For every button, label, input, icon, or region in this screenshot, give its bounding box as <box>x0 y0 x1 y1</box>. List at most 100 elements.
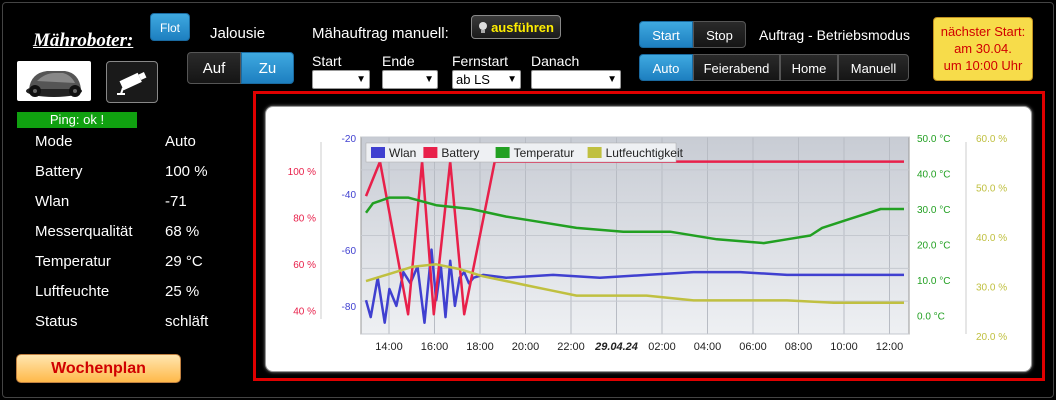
status-value: -71 <box>165 193 187 210</box>
lightbulb-icon <box>478 18 488 33</box>
lutf-axis-tick: 20.0 % <box>976 332 1007 343</box>
legend-swatch <box>587 147 602 158</box>
status-row-messer: Messerqualität 68 % <box>35 223 235 253</box>
x-tick-label: 12:00 <box>876 341 904 353</box>
next-start-line2: am 30.04. <box>954 41 1012 56</box>
ende-select[interactable]: ▼ <box>382 70 438 89</box>
status-value: 29 °C <box>165 253 203 270</box>
manual-label: Mähauftrag manuell: <box>312 25 449 42</box>
mode-auto-button[interactable]: Auto <box>639 54 693 81</box>
temperatur-axis-tick: 30.0 °C <box>917 205 950 216</box>
status-key: Battery <box>35 163 83 180</box>
chart-card: 14:00 16:00 18:00 20:00 22:00 29.04.24 02:00 04… <box>265 106 1032 372</box>
legend-swatch <box>423 147 438 158</box>
legend-label: Lutfeuchtigkeit <box>606 146 684 160</box>
chevron-down-icon: ▼ <box>607 74 617 85</box>
lutf-axis-tick: 40.0 % <box>976 233 1007 244</box>
wlan-axis-tick: -40 <box>342 190 357 201</box>
ping-status: Ping: ok ! <box>17 112 137 128</box>
status-value: schläft <box>165 313 209 330</box>
mode-home-button[interactable]: Home <box>780 54 838 81</box>
x-tick-label: 08:00 <box>785 341 813 353</box>
camera-icon <box>117 72 147 95</box>
execute-label: ausführen <box>491 20 554 35</box>
danach-select[interactable]: ▼ <box>531 70 621 89</box>
lutf-axis-tick: 30.0 % <box>976 283 1007 294</box>
status-row-mode: Mode Auto <box>35 133 235 163</box>
temperatur-axis-tick: 10.0 °C <box>917 276 950 287</box>
next-start-line3: um 10:00 Uhr <box>943 58 1023 73</box>
auftrag-label: Auftrag - Betriebsmodus <box>759 27 910 43</box>
chevron-down-icon: ▼ <box>424 74 434 85</box>
x-tick-label: 22:00 <box>557 341 585 353</box>
next-start-badge: nächster Start: am 30.04. um 10:00 Uhr <box>933 17 1033 81</box>
status-key: Wlan <box>35 193 70 210</box>
battery-axis-tick: 100 % <box>288 167 316 178</box>
battery-axis-tick: 60 % <box>293 260 316 271</box>
status-key: Status <box>35 313 78 330</box>
jalousie-label: Jalousie <box>210 25 266 42</box>
status-key: Temperatur <box>35 253 111 270</box>
stop-button[interactable]: Stop <box>693 21 746 48</box>
lutf-axis-tick: 50.0 % <box>976 184 1007 195</box>
x-tick-label: 20:00 <box>512 341 540 353</box>
wochenplan-button[interactable]: Wochenplan <box>16 354 181 383</box>
history-chart: 14:00 16:00 18:00 20:00 22:00 29.04.24 02:00 04… <box>288 134 1008 353</box>
legend-label: Battery <box>441 146 479 160</box>
status-row-temperatur: Temperatur 29 °C <box>35 253 235 283</box>
start-select[interactable]: ▼ <box>312 70 370 89</box>
status-key: Luftfeuchte <box>35 283 110 300</box>
x-tick-label: 04:00 <box>694 341 722 353</box>
mode-feierabend-button[interactable]: Feierabend <box>693 54 780 81</box>
execute-button[interactable]: ausführen <box>471 15 561 39</box>
chevron-down-icon: ▼ <box>507 74 517 85</box>
temperatur-axis-tick: 20.0 °C <box>917 241 950 252</box>
legend-label: Wlan <box>389 146 416 160</box>
chevron-down-icon: ▼ <box>356 74 366 85</box>
x-tick-label: 14:00 <box>375 341 403 353</box>
start-button[interactable]: Start <box>639 21 693 48</box>
legend-swatch <box>495 147 510 158</box>
fernstart-field-label: Fernstart <box>452 53 509 69</box>
legend-label: Temperatur <box>514 146 575 160</box>
mode-manuell-button[interactable]: Manuell <box>838 54 909 81</box>
wlan-axis-tick: -60 <box>342 246 357 257</box>
status-row-wlan: Wlan -71 <box>35 193 235 223</box>
wlan-axis-tick: -80 <box>342 302 357 313</box>
jalousie-auf-button[interactable]: Auf <box>187 52 241 84</box>
wlan-axis-tick: -20 <box>342 134 357 145</box>
start-field-label: Start <box>312 53 342 69</box>
app-title: Mähroboter: <box>33 30 134 51</box>
camera-button[interactable] <box>106 61 158 103</box>
jalousie-zu-button[interactable]: Zu <box>241 52 294 84</box>
x-tick-label: 06:00 <box>739 341 767 353</box>
x-tick-label: 10:00 <box>830 341 858 353</box>
status-value: 100 % <box>165 163 208 180</box>
flot-button[interactable]: Flot <box>150 13 190 41</box>
status-key: Mode <box>35 133 73 150</box>
next-start-line1: nächster Start: <box>940 24 1026 39</box>
status-value: 68 % <box>165 223 200 240</box>
status-row-luftfeuchte: Luftfeuchte 25 % <box>35 283 235 313</box>
x-tick-label: 18:00 <box>466 341 494 353</box>
status-value: Auto <box>165 133 196 150</box>
danach-field-label: Danach <box>531 53 580 69</box>
x-tick-label: 02:00 <box>648 341 676 353</box>
status-row-battery: Battery 100 % <box>35 163 235 193</box>
fernstart-select-value: ab LS <box>456 72 490 87</box>
fernstart-select[interactable]: ab LS ▼ <box>452 70 521 89</box>
x-tick-label: 16:00 <box>421 341 449 353</box>
battery-axis-tick: 40 % <box>293 307 316 318</box>
temperatur-axis-tick: 50.0 °C <box>917 134 950 145</box>
temperatur-axis-tick: 0.0 °C <box>917 312 945 323</box>
robot-image <box>17 61 91 101</box>
legend-swatch <box>371 147 385 158</box>
status-key: Messerqualität <box>35 223 133 240</box>
ende-field-label: Ende <box>382 53 415 69</box>
temperatur-axis-tick: 40.0 °C <box>917 170 950 181</box>
status-row-status: Status schläft <box>35 313 235 343</box>
battery-axis-tick: 80 % <box>293 214 316 225</box>
status-value: 25 % <box>165 283 200 300</box>
lutf-axis-tick: 60.0 % <box>976 134 1007 145</box>
x-tick-label: 29.04.24 <box>594 341 638 353</box>
